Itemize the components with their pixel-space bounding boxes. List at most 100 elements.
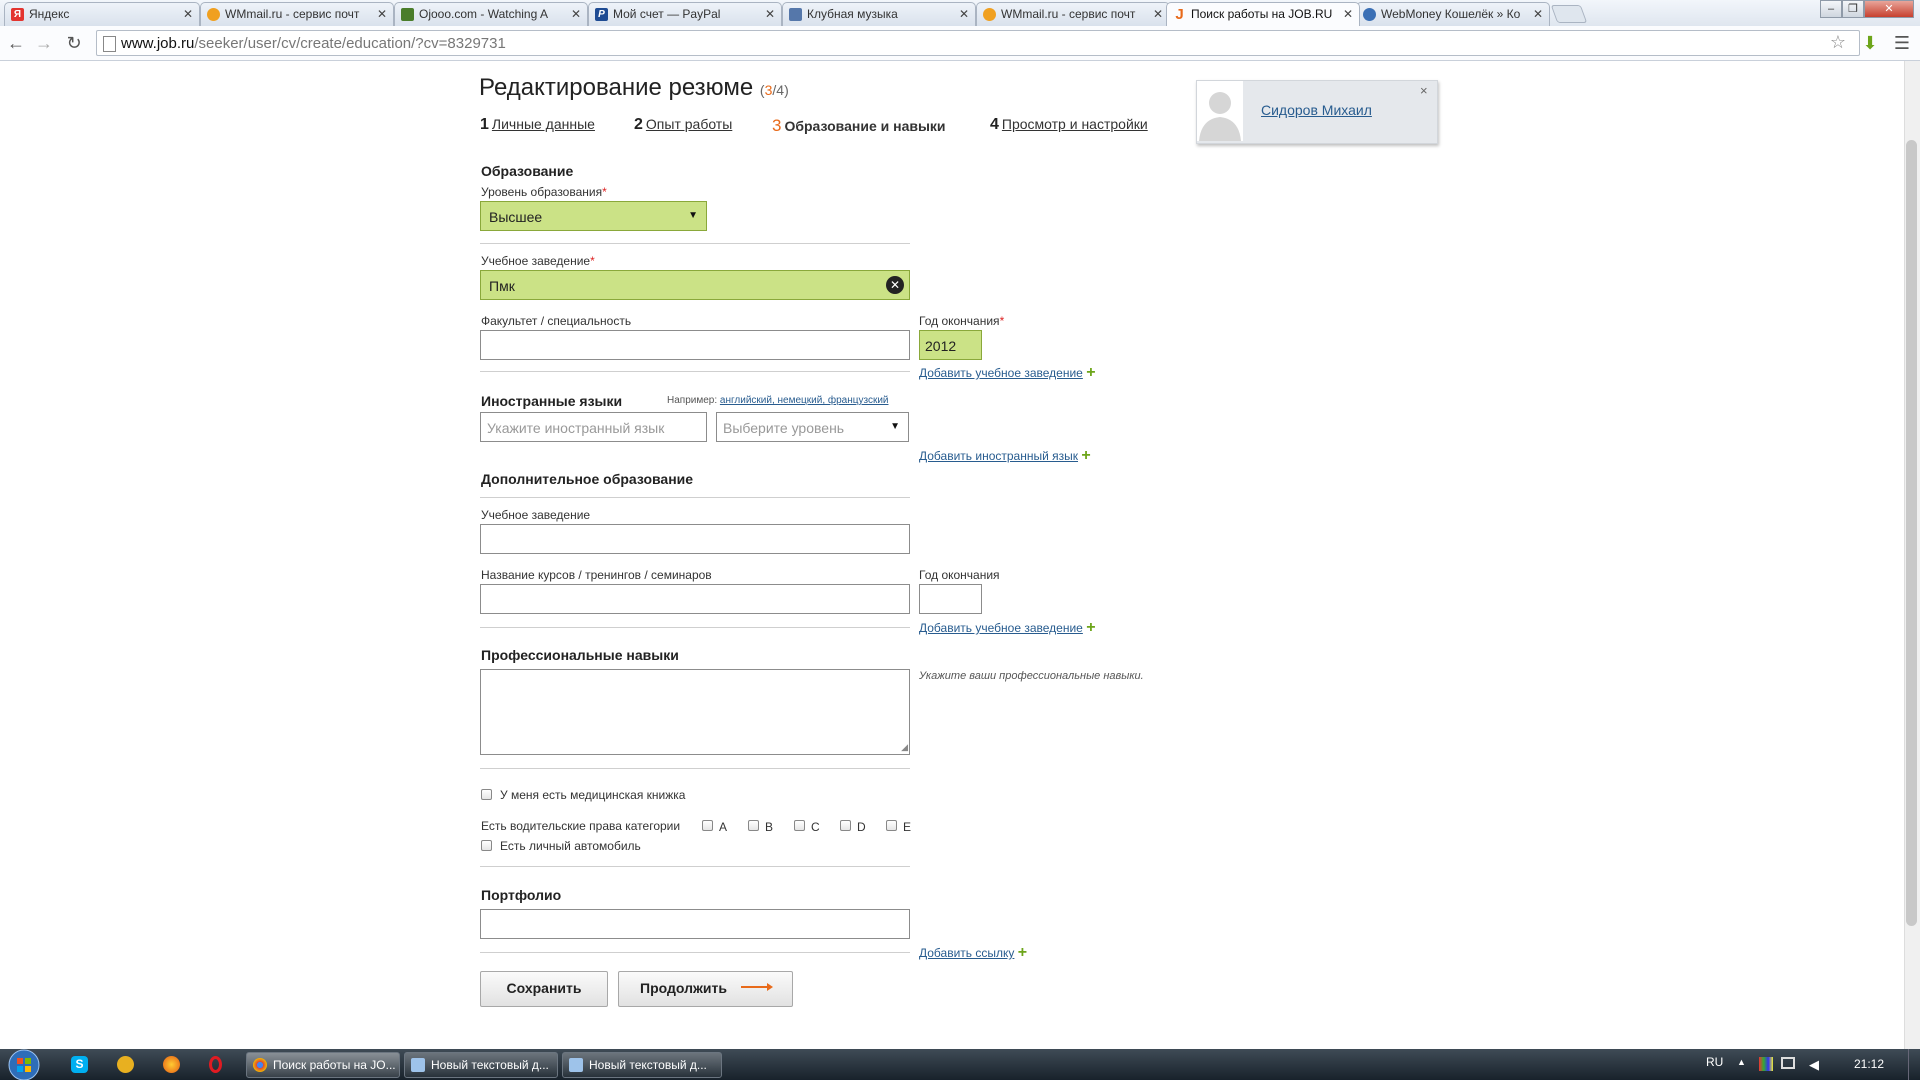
close-window-button[interactable]: ✕ bbox=[1864, 0, 1914, 18]
tab-close-icon[interactable]: ✕ bbox=[377, 3, 387, 26]
show-desktop-button[interactable] bbox=[1908, 1049, 1920, 1080]
education-level-select[interactable]: Высшее ▼ bbox=[480, 201, 707, 231]
additional-institution-input[interactable] bbox=[480, 524, 910, 554]
start-button[interactable] bbox=[4, 1049, 44, 1081]
faculty-input[interactable] bbox=[480, 330, 910, 360]
additional-institution-label: Учебное заведение bbox=[481, 508, 591, 522]
forward-arrow-icon[interactable]: → bbox=[32, 31, 56, 55]
notepad-icon bbox=[569, 1058, 583, 1072]
bookmark-star-icon[interactable]: ☆ bbox=[1826, 30, 1850, 54]
license-d-checkbox[interactable] bbox=[840, 820, 851, 831]
language-level-select[interactable]: Выберите уровень ▼ bbox=[716, 412, 909, 442]
step-experience[interactable]: 2 Опыт работы bbox=[634, 116, 732, 134]
tab-paypal[interactable]: P Мой счет — PayPal ✕ bbox=[588, 2, 782, 26]
tray-expand-icon[interactable]: ▲ bbox=[1737, 1057, 1746, 1067]
license-e-label: E bbox=[903, 820, 912, 834]
languages-examples-link[interactable]: английский, немецкий, французский bbox=[720, 395, 889, 406]
portfolio-heading: Портфолио bbox=[481, 887, 562, 903]
language-indicator[interactable]: RU bbox=[1706, 1055, 1723, 1069]
tab-wmmail-2[interactable]: WMmail.ru - сервис почт ✕ bbox=[976, 2, 1170, 26]
save-button[interactable]: Сохранить bbox=[480, 971, 608, 1007]
plus-icon[interactable]: + bbox=[1018, 944, 1027, 961]
add-link-link[interactable]: Добавить ссылку bbox=[919, 946, 1014, 960]
tab-webmoney[interactable]: WebMoney Кошелёк » Ко ✕ bbox=[1356, 2, 1550, 26]
download-icon[interactable]: ⬇ bbox=[1858, 31, 1882, 55]
add-institution-link[interactable]: Добавить учебное заведение bbox=[919, 366, 1083, 380]
new-tab-button[interactable] bbox=[1550, 5, 1588, 23]
notepad-icon bbox=[411, 1058, 425, 1072]
medical-book-checkbox[interactable] bbox=[481, 789, 492, 800]
portfolio-input[interactable] bbox=[480, 909, 910, 939]
graduation-year-label: Год окончания* bbox=[919, 314, 1005, 328]
tab-close-icon[interactable]: ✕ bbox=[959, 3, 969, 26]
paypal-favicon-icon: P bbox=[595, 8, 608, 21]
license-c-checkbox[interactable] bbox=[794, 820, 805, 831]
step-personal[interactable]: 1 Личные данные bbox=[480, 116, 595, 134]
tray-app-icon[interactable] bbox=[1759, 1057, 1773, 1071]
opera-icon[interactable] bbox=[209, 1056, 222, 1073]
browser-tab-bar: Я Яндекс ✕ WMmail.ru - сервис почт ✕ Ojo… bbox=[0, 0, 1920, 27]
tab-yandex[interactable]: Я Яндекс ✕ bbox=[4, 2, 200, 26]
license-b-checkbox[interactable] bbox=[748, 820, 759, 831]
language-input[interactable]: Укажите иностранный язык bbox=[480, 412, 707, 442]
profile-close-icon[interactable]: × bbox=[1420, 83, 1428, 98]
tab-ojooo[interactable]: Ojooo.com - Watching A ✕ bbox=[394, 2, 588, 26]
address-bar[interactable]: www.job.ru/seeker/user/cv/create/educati… bbox=[96, 30, 1860, 56]
step-review[interactable]: 4 Просмотр и настройки bbox=[990, 116, 1148, 134]
tab-close-icon[interactable]: ✕ bbox=[765, 3, 775, 26]
plus-icon[interactable]: + bbox=[1081, 447, 1090, 464]
license-e-checkbox[interactable] bbox=[886, 820, 897, 831]
license-label: Есть водительские права категории bbox=[481, 819, 681, 833]
back-arrow-icon[interactable]: ← bbox=[4, 31, 28, 55]
scrollbar-thumb[interactable] bbox=[1906, 140, 1917, 926]
courses-input[interactable] bbox=[480, 584, 910, 614]
url-text: www.job.ru/seeker/user/cv/create/educati… bbox=[121, 35, 506, 52]
menu-icon[interactable]: ☰ bbox=[1890, 31, 1914, 55]
languages-examples: Например: английский, немецкий, французс… bbox=[667, 395, 889, 406]
add-additional-institution-link[interactable]: Добавить учебное заведение bbox=[919, 621, 1083, 635]
user-silhouette-icon bbox=[1197, 81, 1243, 141]
institution-input[interactable]: Пмк ✕ bbox=[480, 270, 910, 300]
own-car-checkbox[interactable] bbox=[481, 840, 492, 851]
taskbar-item-chrome[interactable]: Поиск работы на JO... bbox=[246, 1052, 400, 1078]
tab-label: Ojooo.com - Watching A bbox=[419, 7, 548, 21]
network-icon[interactable] bbox=[1781, 1057, 1795, 1069]
languages-heading: Иностранные языки bbox=[481, 393, 623, 409]
reload-icon[interactable]: ↻ bbox=[62, 31, 86, 55]
volume-icon[interactable]: ◀ bbox=[1809, 1057, 1819, 1073]
divider bbox=[480, 243, 910, 244]
wmmail-favicon-icon bbox=[983, 8, 996, 21]
additional-year-input[interactable] bbox=[919, 584, 982, 614]
step-education: 3 Образование и навыки bbox=[772, 116, 946, 135]
tab-close-icon[interactable]: ✕ bbox=[1533, 3, 1543, 26]
clear-icon[interactable]: ✕ bbox=[886, 276, 904, 294]
tab-label: Мой счет — PayPal bbox=[613, 7, 721, 21]
add-language-link[interactable]: Добавить иностранный язык bbox=[919, 449, 1078, 463]
continue-button[interactable]: Продолжить bbox=[618, 971, 793, 1007]
taskbar-item-notepad-2[interactable]: Новый текстовый д... bbox=[562, 1052, 722, 1078]
resize-grip-icon[interactable]: ◢ bbox=[901, 742, 908, 753]
skype-icon[interactable]: S bbox=[71, 1056, 88, 1073]
clock[interactable]: 21:12 bbox=[1854, 1057, 1884, 1071]
graduation-year-input[interactable]: 2012 bbox=[919, 330, 982, 360]
webmoney-favicon-icon bbox=[1363, 8, 1376, 21]
maximize-button[interactable]: ❐ bbox=[1842, 0, 1864, 18]
plus-icon[interactable]: + bbox=[1086, 364, 1095, 381]
taskbar-item-notepad-1[interactable]: Новый текстовый д... bbox=[404, 1052, 558, 1078]
tab-close-icon[interactable]: ✕ bbox=[183, 3, 193, 26]
skills-textarea[interactable]: ◢ bbox=[480, 669, 910, 755]
divider bbox=[480, 497, 910, 498]
profile-name-link[interactable]: Сидоров Михаил bbox=[1261, 102, 1372, 118]
tab-wmmail[interactable]: WMmail.ru - сервис почт ✕ bbox=[200, 2, 394, 26]
tab-close-icon[interactable]: ✕ bbox=[1343, 3, 1353, 26]
tab-music[interactable]: Клубная музыка ✕ bbox=[782, 2, 976, 26]
page-title: Редактирование резюме (3/4) bbox=[479, 74, 789, 101]
tab-close-icon[interactable]: ✕ bbox=[1153, 3, 1163, 26]
license-a-checkbox[interactable] bbox=[702, 820, 713, 831]
tab-jobru[interactable]: J Поиск работы на JOB.RU ✕ bbox=[1166, 2, 1360, 26]
firefox-icon[interactable] bbox=[163, 1056, 180, 1073]
app-icon[interactable] bbox=[117, 1056, 134, 1073]
minimize-button[interactable]: – bbox=[1820, 0, 1842, 18]
tab-close-icon[interactable]: ✕ bbox=[571, 3, 581, 26]
plus-icon[interactable]: + bbox=[1086, 619, 1095, 636]
